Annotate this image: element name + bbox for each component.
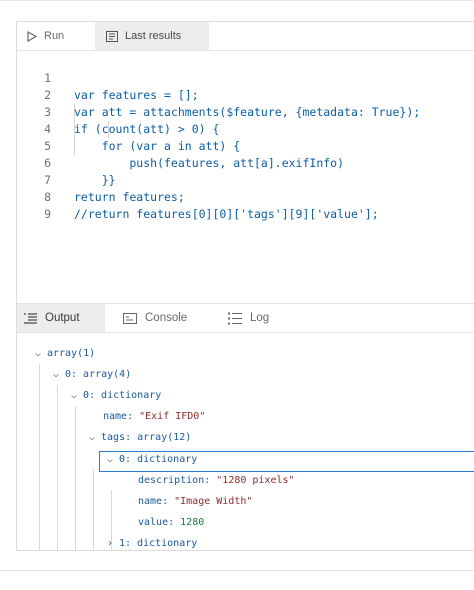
code-line: 6 }} bbox=[17, 138, 474, 187]
chevron-down-icon[interactable]: ⌵ bbox=[71, 385, 83, 406]
run-label: Run bbox=[44, 30, 65, 42]
log-list-icon bbox=[228, 312, 242, 324]
tree-guide bbox=[57, 385, 58, 550]
code-line: 1 var features = []; bbox=[17, 53, 474, 102]
tree-node[interactable]: ⌵ array(1) bbox=[35, 343, 95, 364]
output-tabs: Output Console Log bbox=[17, 303, 474, 333]
play-icon bbox=[27, 30, 37, 42]
tree-node[interactable]: ⌵ 0: dictionary bbox=[71, 385, 161, 406]
tree-guide bbox=[75, 406, 76, 550]
chevron-down-icon[interactable]: ⌵ bbox=[107, 449, 119, 470]
line-number: 9 bbox=[44, 207, 51, 221]
tree-node-selected[interactable]: ⌵ 0: dictionary bbox=[107, 449, 197, 470]
tree-node-label: 0: dictionary bbox=[119, 454, 198, 465]
last-results-label: Last results bbox=[125, 30, 182, 42]
tree-leaf: name: "Image Width" bbox=[138, 491, 252, 512]
tab-console[interactable]: Console bbox=[123, 304, 187, 332]
log-tab-label: Log bbox=[250, 312, 270, 324]
chevron-down-icon[interactable]: ⌵ bbox=[89, 427, 101, 448]
tree-value: 1280 bbox=[180, 517, 205, 528]
tree-node-label: tags: array(12) bbox=[101, 432, 192, 443]
run-button[interactable]: Run bbox=[27, 22, 64, 50]
tab-log[interactable]: Log bbox=[228, 304, 269, 332]
console-tab-label: Console bbox=[145, 312, 188, 324]
code-line: 3 if (count(att) > 0) { bbox=[17, 87, 474, 136]
tree-guide bbox=[39, 364, 40, 550]
tree-value: "Exif IFD0" bbox=[139, 411, 206, 422]
tree-node-label: 0: dictionary bbox=[83, 390, 162, 401]
top-divider bbox=[0, 0, 474, 1]
tree-leaf: value: 1280 bbox=[138, 512, 204, 533]
code-line: 7 return features; bbox=[17, 155, 474, 204]
tree-value: "Image Width" bbox=[174, 496, 253, 507]
code-line: 2 var att = attachments($feature, {metad… bbox=[17, 70, 474, 119]
editor-toolbar: Run Last results bbox=[17, 22, 474, 51]
code-line: 4 for (var a in att) { bbox=[17, 104, 474, 153]
code-editor[interactable]: 1 var features = []; 2 var att = attachm… bbox=[17, 51, 474, 303]
tree-guide bbox=[93, 469, 94, 550]
tree-leaf: description: "1280 pixels" bbox=[138, 470, 295, 491]
code-text: //return features[0][0]['tags'][9]['valu… bbox=[74, 207, 379, 221]
tree-node[interactable]: ⌵ tags: array(12) bbox=[89, 427, 191, 448]
tree-leaf: name: "Exif IFD0" bbox=[103, 406, 205, 427]
tree-key: description: bbox=[138, 475, 217, 486]
tree-node[interactable]: › 1: dictionary bbox=[107, 533, 198, 550]
tab-last-results[interactable]: Last results bbox=[95, 22, 209, 50]
tree-value: "1280 pixels" bbox=[216, 475, 295, 486]
chevron-right-icon[interactable]: › bbox=[107, 533, 119, 550]
console-icon bbox=[123, 312, 137, 324]
chevron-down-icon[interactable]: ⌵ bbox=[35, 343, 47, 364]
tree-key: name: bbox=[103, 411, 140, 422]
tree-node-label: array(1) bbox=[47, 348, 96, 359]
results-icon bbox=[106, 30, 118, 42]
tree-node[interactable]: ⌵ 0: array(4) bbox=[53, 364, 131, 385]
code-line: 5 push(features, att[a].exifInfo) bbox=[17, 121, 474, 170]
output-tree: ⌵ array(1) ⌵ 0: array(4) ⌵ 0: dictionary… bbox=[17, 333, 474, 550]
code-line: 8 //return features[0][0]['tags'][9]['va… bbox=[17, 172, 474, 221]
tree-node-label: 0: array(4) bbox=[65, 369, 132, 380]
output-list-icon bbox=[24, 312, 37, 324]
tree-key: name: bbox=[138, 496, 175, 507]
chevron-down-icon[interactable]: ⌵ bbox=[53, 364, 65, 385]
bottom-divider bbox=[0, 570, 474, 571]
code-line: 9 bbox=[17, 189, 474, 221]
tree-key: value: bbox=[138, 517, 181, 528]
output-tab-label: Output bbox=[45, 312, 80, 324]
tab-output[interactable]: Output bbox=[17, 304, 105, 332]
tree-node-label: 1: dictionary bbox=[119, 538, 198, 549]
arcade-editor-panel: Run Last results 1 var features = []; 2 … bbox=[16, 21, 474, 551]
